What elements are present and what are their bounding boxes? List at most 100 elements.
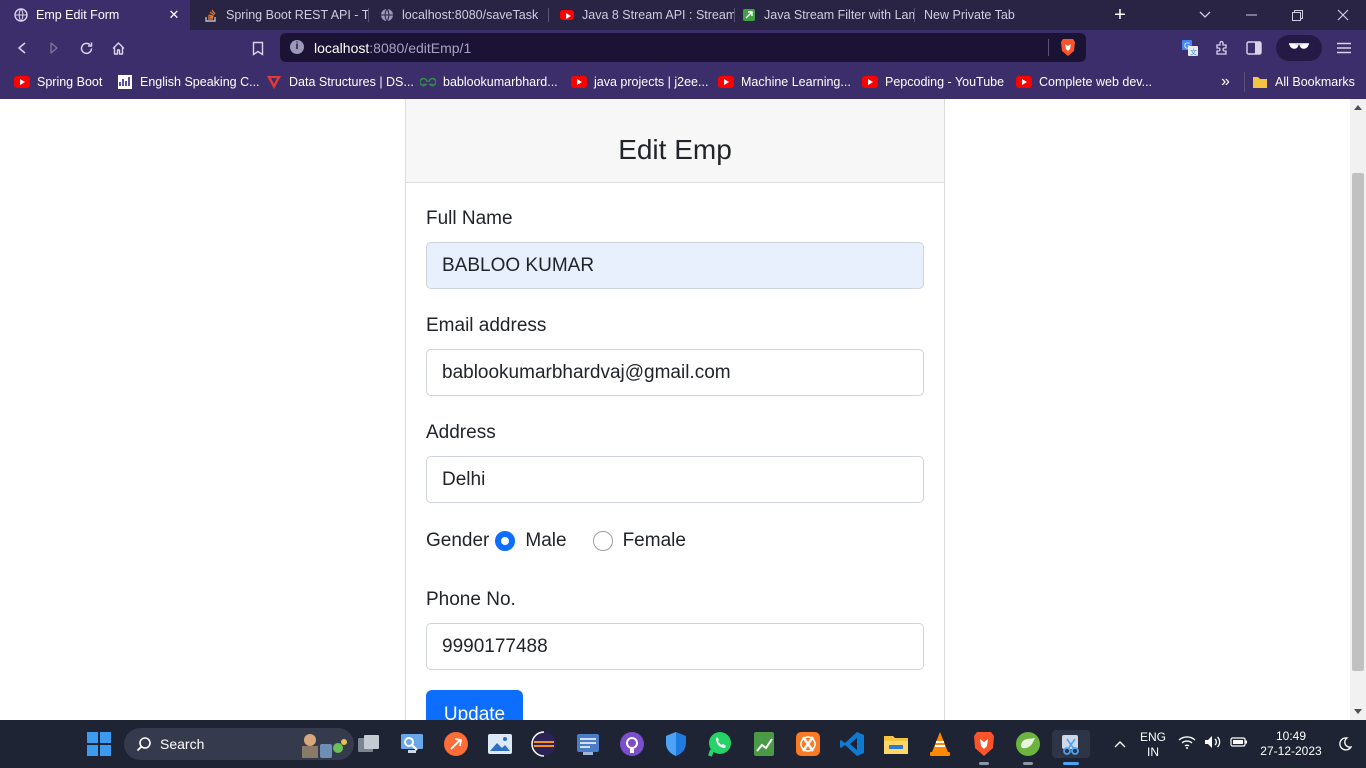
gender-male-radio[interactable] <box>495 531 516 551</box>
volume-icon <box>1204 735 1222 754</box>
email-field[interactable] <box>426 349 924 396</box>
address-label: Address <box>426 422 496 443</box>
stackoverflow-icon <box>204 8 218 22</box>
extensions-icon[interactable] <box>1209 35 1235 61</box>
bookmark-spring-boot[interactable]: Spring Boot <box>14 72 102 92</box>
bookmark-complete-web-dev[interactable]: Complete web dev... <box>1016 72 1152 92</box>
file-explorer-icon[interactable] <box>882 730 910 758</box>
bookmark-bablookumarbhard[interactable]: bablookumarbhard... <box>420 72 558 92</box>
all-bookmarks-button[interactable]: All Bookmarks <box>1252 72 1355 92</box>
address-bar[interactable]: i localhost:8080/editEmp/1 <box>280 33 1086 62</box>
site-info-icon[interactable]: i <box>290 40 304 54</box>
search-highlight-icon <box>292 730 350 763</box>
language-indicator[interactable]: ENG IN <box>1136 730 1170 760</box>
system-tray-status[interactable] <box>1178 730 1248 758</box>
spreadsheet-chart-icon[interactable] <box>750 730 778 758</box>
whatsapp-icon[interactable] <box>706 730 734 758</box>
youtube-icon <box>571 74 587 90</box>
card-header: Edit Emp <box>406 99 944 183</box>
tab-localhost-savetask[interactable]: localhost:8080/saveTask <box>368 0 548 30</box>
remote-desktop-icon[interactable] <box>398 730 426 758</box>
gender-male-label[interactable]: Male <box>525 530 566 552</box>
page-scrollbar[interactable] <box>1350 99 1366 720</box>
close-tab-icon[interactable]: ✕ <box>166 7 182 23</box>
windows-start-icon[interactable] <box>85 730 113 758</box>
language-code: ENG <box>1139 730 1166 744</box>
tab-search-chevron-icon[interactable] <box>1182 0 1228 30</box>
bookmark-machine-learning[interactable]: Machine Learning... <box>718 72 851 92</box>
youtube-icon <box>862 74 878 90</box>
full-name-field[interactable] <box>426 242 924 289</box>
taskbar-search-box[interactable]: Search <box>124 728 354 760</box>
scroll-down-arrow-icon[interactable] <box>1354 709 1362 714</box>
wifi-icon <box>1178 735 1196 754</box>
brave-browser-icon[interactable] <box>970 730 998 758</box>
brave-shields-icon[interactable] <box>1059 38 1077 57</box>
restore-button[interactable] <box>1274 0 1320 30</box>
bookmark-java-projects[interactable]: java projects | j2ee... <box>571 72 708 92</box>
private-glasses-icon <box>1288 39 1310 57</box>
windows-taskbar: Search ENG IN 10:49 27-12-2023 <box>0 720 1366 768</box>
page-icon <box>742 8 756 22</box>
menu-icon[interactable] <box>1331 35 1357 61</box>
translate-icon[interactable]: G文 <box>1177 35 1203 61</box>
clock[interactable]: 10:49 27-12-2023 <box>1256 729 1326 759</box>
page-title: Edit Emp <box>618 134 732 165</box>
scroll-up-arrow-icon[interactable] <box>1354 105 1362 110</box>
svg-text:文: 文 <box>1190 48 1197 57</box>
more-bookmarks-button[interactable]: » <box>1221 72 1230 92</box>
bookmark-label: English Speaking C... <box>140 75 260 89</box>
search-icon <box>136 736 152 757</box>
forward-button[interactable] <box>41 35 67 61</box>
tab-spring-boot-rest-api[interactable]: Spring Boot REST API - Typ <box>190 0 368 30</box>
xampp-icon[interactable] <box>794 730 822 758</box>
page-viewport: Edit Emp Full Name Email address Address… <box>0 99 1350 720</box>
browser-toolbar: i localhost:8080/editEmp/1 G文 <box>0 30 1366 66</box>
vscode-icon[interactable] <box>838 730 866 758</box>
tab-new-private-tab[interactable]: New Private Tab <box>914 0 1094 30</box>
tab-java-stream-filter[interactable]: Java Stream Filter with Lam <box>734 0 914 30</box>
private-profile-button[interactable] <box>1276 35 1322 61</box>
postman-icon[interactable] <box>442 730 470 758</box>
gender-label: Gender <box>426 530 490 551</box>
spring-tool-suite-icon[interactable] <box>1014 730 1042 758</box>
notifications-moon-icon[interactable] <box>1331 730 1359 758</box>
windows-security-icon[interactable] <box>662 730 690 758</box>
bookmark-this-page-icon[interactable] <box>245 35 271 61</box>
close-window-button[interactable] <box>1320 0 1366 30</box>
eclipse-icon[interactable] <box>530 730 558 758</box>
sidebar-icon[interactable] <box>1241 35 1267 61</box>
new-tab-button[interactable]: + <box>1098 0 1142 30</box>
gender-group: Gender Male Female <box>426 528 686 554</box>
gender-female-label[interactable]: Female <box>623 530 686 552</box>
bookmark-english-speaking[interactable]: English Speaking C... <box>117 72 260 92</box>
reload-button[interactable] <box>73 35 99 61</box>
bookmark-label: bablookumarbhard... <box>443 75 558 89</box>
update-button[interactable]: Update <box>426 690 523 720</box>
bookmark-label: Pepcoding - YouTube <box>885 75 1005 89</box>
back-button[interactable] <box>9 35 35 61</box>
url-text[interactable]: localhost:8080/editEmp/1 <box>314 40 471 56</box>
youtube-icon <box>1016 74 1032 90</box>
sql-tool-icon[interactable] <box>574 730 602 758</box>
scroll-thumb[interactable] <box>1352 173 1364 671</box>
bookmark-data-structures[interactable]: Data Structures | DS... <box>266 72 414 92</box>
battery-icon <box>1230 735 1248 753</box>
phone-field[interactable] <box>426 623 924 670</box>
github-desktop-icon[interactable] <box>618 730 646 758</box>
minimize-button[interactable] <box>1228 0 1274 30</box>
bookmarks-bar: Spring Boot English Speaking C... Data S… <box>0 66 1366 99</box>
snipping-tool-icon[interactable] <box>1052 730 1090 758</box>
tab-emp-edit-form[interactable]: Emp Edit Form ✕ <box>0 0 190 30</box>
bookmark-label: Spring Boot <box>37 75 103 89</box>
show-hidden-icons-chevron-icon[interactable] <box>1106 730 1134 758</box>
triangle-icon <box>266 74 282 90</box>
home-button[interactable] <box>105 35 131 61</box>
address-field[interactable] <box>426 456 924 503</box>
photos-icon[interactable] <box>486 730 514 758</box>
tab-java-8-stream-api[interactable]: Java 8 Stream API : Streams <box>548 0 734 30</box>
gender-female-radio[interactable] <box>592 531 613 551</box>
vlc-icon[interactable] <box>926 730 954 758</box>
bookmark-pepcoding[interactable]: Pepcoding - YouTube <box>862 72 1004 92</box>
task-view-icon[interactable] <box>355 730 383 758</box>
